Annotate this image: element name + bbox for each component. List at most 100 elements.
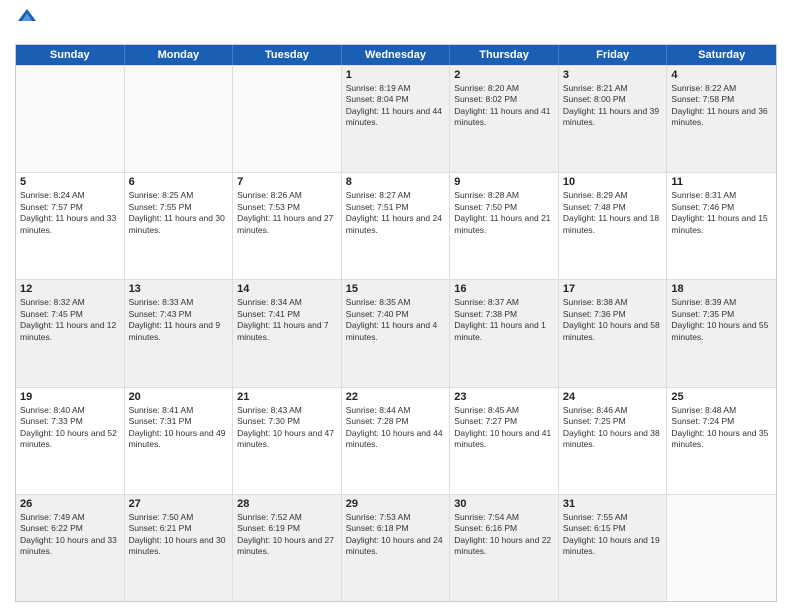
sunrise-text: Sunrise: 8:39 AM	[671, 297, 772, 308]
day-number: 16	[454, 283, 554, 295]
sunset-text: Sunset: 6:22 PM	[20, 523, 120, 534]
calendar-cell: 15Sunrise: 8:35 AMSunset: 7:40 PMDayligh…	[342, 280, 451, 386]
day-number: 8	[346, 176, 446, 188]
sunrise-text: Sunrise: 7:52 AM	[237, 512, 337, 523]
day-number: 29	[346, 498, 446, 510]
day-number: 22	[346, 391, 446, 403]
logo	[15, 14, 36, 36]
sunset-text: Sunset: 6:15 PM	[563, 523, 663, 534]
day-number: 30	[454, 498, 554, 510]
daylight-text: Daylight: 10 hours and 49 minutes.	[129, 428, 229, 451]
sunrise-text: Sunrise: 8:35 AM	[346, 297, 446, 308]
sunrise-text: Sunrise: 8:29 AM	[563, 190, 663, 201]
day-number: 21	[237, 391, 337, 403]
daylight-text: Daylight: 10 hours and 19 minutes.	[563, 535, 663, 558]
daylight-text: Daylight: 10 hours and 22 minutes.	[454, 535, 554, 558]
daylight-text: Daylight: 10 hours and 27 minutes.	[237, 535, 337, 558]
sunrise-text: Sunrise: 8:21 AM	[563, 83, 663, 94]
day-number: 27	[129, 498, 229, 510]
sunset-text: Sunset: 7:31 PM	[129, 416, 229, 427]
calendar-cell: 29Sunrise: 7:53 AMSunset: 6:18 PMDayligh…	[342, 495, 451, 601]
sunset-text: Sunset: 6:18 PM	[346, 523, 446, 534]
sunrise-text: Sunrise: 7:50 AM	[129, 512, 229, 523]
sunrise-text: Sunrise: 8:43 AM	[237, 405, 337, 416]
sunrise-text: Sunrise: 8:37 AM	[454, 297, 554, 308]
page: SundayMondayTuesdayWednesdayThursdayFrid…	[0, 0, 792, 612]
calendar-cell: 4Sunrise: 8:22 AMSunset: 7:58 PMDaylight…	[667, 66, 776, 172]
sunrise-text: Sunrise: 7:55 AM	[563, 512, 663, 523]
calendar: SundayMondayTuesdayWednesdayThursdayFrid…	[15, 44, 777, 602]
weekday-header: Tuesday	[233, 45, 342, 65]
daylight-text: Daylight: 10 hours and 58 minutes.	[563, 320, 663, 343]
sunrise-text: Sunrise: 8:34 AM	[237, 297, 337, 308]
day-number: 18	[671, 283, 772, 295]
daylight-text: Daylight: 11 hours and 24 minutes.	[346, 213, 446, 236]
daylight-text: Daylight: 10 hours and 30 minutes.	[129, 535, 229, 558]
sunset-text: Sunset: 7:30 PM	[237, 416, 337, 427]
daylight-text: Daylight: 10 hours and 44 minutes.	[346, 428, 446, 451]
sunrise-text: Sunrise: 8:24 AM	[20, 190, 120, 201]
weekday-header: Wednesday	[342, 45, 451, 65]
day-number: 28	[237, 498, 337, 510]
calendar-cell: 13Sunrise: 8:33 AMSunset: 7:43 PMDayligh…	[125, 280, 234, 386]
weekday-header: Monday	[125, 45, 234, 65]
daylight-text: Daylight: 10 hours and 33 minutes.	[20, 535, 120, 558]
day-number: 24	[563, 391, 663, 403]
daylight-text: Daylight: 11 hours and 44 minutes.	[346, 106, 446, 129]
calendar-cell	[125, 66, 234, 172]
sunrise-text: Sunrise: 8:25 AM	[129, 190, 229, 201]
calendar-cell	[16, 66, 125, 172]
sunset-text: Sunset: 6:16 PM	[454, 523, 554, 534]
daylight-text: Daylight: 11 hours and 36 minutes.	[671, 106, 772, 129]
day-number: 19	[20, 391, 120, 403]
calendar-cell: 21 Sunrise: 8:43 AMSunset: 7:30 PMDayligh…	[233, 388, 342, 494]
calendar-cell: 6Sunrise: 8:25 AMSunset: 7:55 PMDaylight…	[125, 173, 234, 279]
day-number: 5	[20, 176, 120, 188]
daylight-text: Daylight: 11 hours and 18 minutes.	[563, 213, 663, 236]
sunrise-text: Sunrise: 7:49 AM	[20, 512, 120, 523]
logo-icon	[18, 7, 36, 30]
calendar-row: 19Sunrise: 8:40 AMSunset: 7:33 PMDayligh…	[16, 387, 776, 494]
sunset-text: Sunset: 8:04 PM	[346, 94, 446, 105]
sunset-text: Sunset: 8:00 PM	[563, 94, 663, 105]
sunrise-text: Sunrise: 8:28 AM	[454, 190, 554, 201]
daylight-text: Daylight: 10 hours and 35 minutes.	[671, 428, 772, 451]
day-number: 1	[346, 69, 446, 81]
calendar-cell: 18Sunrise: 8:39 AMSunset: 7:35 PMDayligh…	[667, 280, 776, 386]
daylight-text: Daylight: 10 hours and 24 minutes.	[346, 535, 446, 558]
daylight-text: Daylight: 11 hours and 30 minutes.	[129, 213, 229, 236]
calendar-cell	[233, 66, 342, 172]
calendar-cell: 11Sunrise: 8:31 AMSunset: 7:46 PMDayligh…	[667, 173, 776, 279]
daylight-text: Daylight: 11 hours and 1 minute.	[454, 320, 554, 343]
sunset-text: Sunset: 7:35 PM	[671, 309, 772, 320]
sunrise-text: Sunrise: 7:54 AM	[454, 512, 554, 523]
daylight-text: Daylight: 10 hours and 41 minutes.	[454, 428, 554, 451]
sunrise-text: Sunrise: 8:45 AM	[454, 405, 554, 416]
sunrise-text: Sunrise: 8:31 AM	[671, 190, 772, 201]
calendar-cell: 28Sunrise: 7:52 AMSunset: 6:19 PMDayligh…	[233, 495, 342, 601]
calendar-cell: 10Sunrise: 8:29 AMSunset: 7:48 PMDayligh…	[559, 173, 668, 279]
sunset-text: Sunset: 7:36 PM	[563, 309, 663, 320]
day-number: 11	[671, 176, 772, 188]
calendar-cell: 1Sunrise: 8:19 AMSunset: 8:04 PMDaylight…	[342, 66, 451, 172]
calendar-cell: 2Sunrise: 8:20 AMSunset: 8:02 PMDaylight…	[450, 66, 559, 172]
sunrise-text: Sunrise: 8:33 AM	[129, 297, 229, 308]
daylight-text: Daylight: 11 hours and 21 minutes.	[454, 213, 554, 236]
daylight-text: Daylight: 10 hours and 52 minutes.	[20, 428, 120, 451]
sunrise-text: Sunrise: 8:26 AM	[237, 190, 337, 201]
weekday-header: Friday	[559, 45, 668, 65]
day-number: 10	[563, 176, 663, 188]
calendar-cell: 3Sunrise: 8:21 AMSunset: 8:00 PMDaylight…	[559, 66, 668, 172]
sunrise-text: Sunrise: 8:48 AM	[671, 405, 772, 416]
daylight-text: Daylight: 10 hours and 38 minutes.	[563, 428, 663, 451]
sunrise-text: Sunrise: 8:22 AM	[671, 83, 772, 94]
sunset-text: Sunset: 7:43 PM	[129, 309, 229, 320]
daylight-text: Daylight: 10 hours and 47 minutes.	[237, 428, 337, 451]
calendar-cell: 27Sunrise: 7:50 AMSunset: 6:21 PMDayligh…	[125, 495, 234, 601]
sunrise-text: Sunrise: 8:38 AM	[563, 297, 663, 308]
sunset-text: Sunset: 7:27 PM	[454, 416, 554, 427]
sunrise-text: Sunrise: 8:20 AM	[454, 83, 554, 94]
day-number: 15	[346, 283, 446, 295]
day-number: 4	[671, 69, 772, 81]
weekday-header: Sunday	[16, 45, 125, 65]
